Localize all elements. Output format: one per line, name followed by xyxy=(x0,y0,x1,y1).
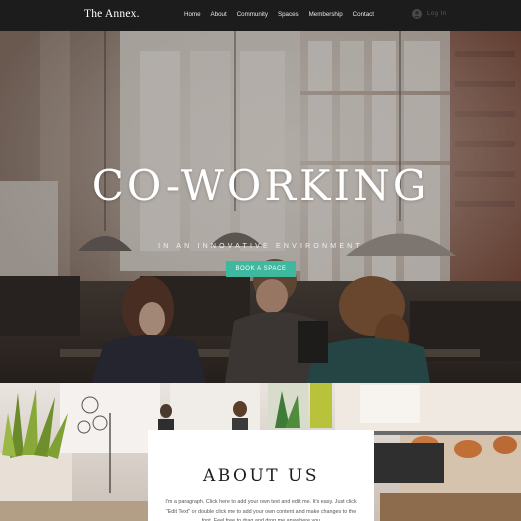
nav-item-home[interactable]: Home xyxy=(184,11,201,18)
about-paragraph: I'm a paragraph. Click here to add your … xyxy=(165,499,357,521)
book-a-space-button[interactable]: BOOK A SPACE xyxy=(226,261,296,277)
user-avatar-icon xyxy=(412,9,422,19)
nav-item-community[interactable]: Community xyxy=(237,11,268,18)
nav-item-spaces[interactable]: Spaces xyxy=(278,11,299,18)
hero-section: CO-WORKING IN AN INNOVATIVE ENVIRONMENT … xyxy=(0,31,521,383)
nav-item-contact[interactable]: Contact xyxy=(353,11,374,18)
hero-title: CO-WORKING xyxy=(91,161,430,210)
site-header: The Annex. Home About Community Spaces M… xyxy=(0,0,521,31)
main-nav: Home About Community Spaces Membership C… xyxy=(184,11,374,18)
login-button[interactable]: Log In xyxy=(412,9,447,19)
login-label: Log In xyxy=(427,11,447,17)
hero-subtitle: IN AN INNOVATIVE ENVIRONMENT xyxy=(158,243,363,250)
nav-item-about[interactable]: About xyxy=(211,11,227,18)
about-us-card: ABOUT US I'm a paragraph. Click here to … xyxy=(148,430,374,521)
site-logo[interactable]: The Annex. xyxy=(84,8,140,20)
nav-item-membership[interactable]: Membership xyxy=(309,11,343,18)
about-title: ABOUT US xyxy=(202,466,320,486)
